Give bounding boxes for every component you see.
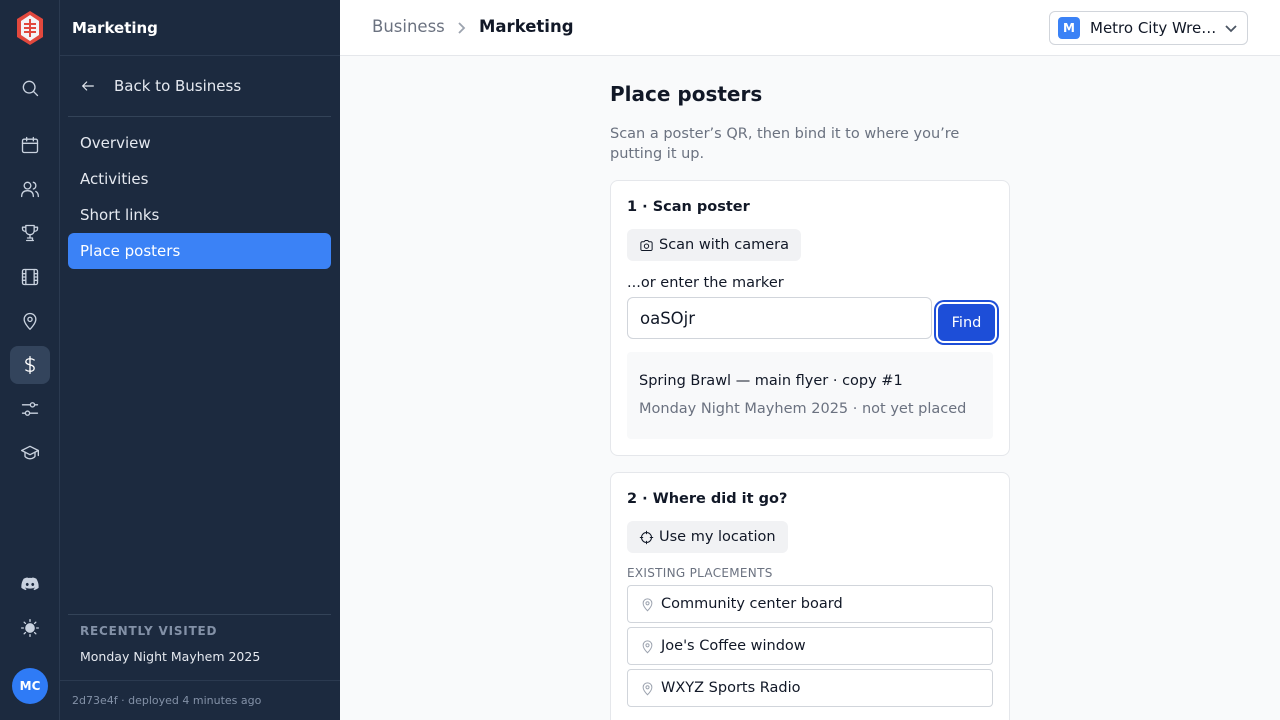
poster-result-status: Monday Night Mayhem 2025 · not yet place… bbox=[639, 401, 967, 417]
map-pin-icon bbox=[642, 597, 653, 611]
nav-item-place-posters[interactable]: Place posters bbox=[68, 233, 331, 269]
chevron-down-icon bbox=[1225, 25, 1237, 33]
trophy-icon[interactable] bbox=[10, 214, 50, 252]
use-my-location-label: Use my location bbox=[659, 529, 776, 545]
breadcrumb-business[interactable]: Business bbox=[372, 17, 445, 36]
divider bbox=[68, 116, 331, 117]
back-label: Back to Business bbox=[114, 77, 242, 95]
scan-with-camera-label: Scan with camera bbox=[659, 237, 789, 253]
section-title: Marketing bbox=[60, 0, 340, 56]
org-badge: M bbox=[1058, 17, 1080, 39]
map-pin-icon bbox=[642, 681, 653, 695]
existing-placements-heading: EXISTING PLACEMENTS bbox=[627, 566, 773, 580]
placement-item[interactable]: Community center board bbox=[627, 585, 993, 623]
top-bar: Business Marketing M Metro City Wrestlin… bbox=[340, 0, 1280, 56]
placement-item[interactable]: Joe's Coffee window bbox=[627, 627, 993, 665]
page-subtitle: Scan a poster’s QR, then bind it to wher… bbox=[610, 126, 960, 162]
calendar-icon[interactable] bbox=[10, 126, 50, 164]
page-title: Place posters bbox=[610, 82, 763, 106]
icon-rail: MC bbox=[0, 0, 60, 720]
film-icon[interactable] bbox=[10, 258, 50, 296]
graduation-cap-icon[interactable] bbox=[10, 434, 50, 472]
step-1-title: 1 · Scan poster bbox=[627, 199, 750, 215]
back-to-business-link[interactable]: Back to Business bbox=[68, 68, 330, 104]
placement-label: Joe's Coffee window bbox=[661, 638, 806, 654]
breadcrumb-marketing: Marketing bbox=[479, 17, 574, 36]
search-icon[interactable] bbox=[10, 69, 50, 107]
placement-label: Community center board bbox=[661, 596, 843, 612]
section-nav: Marketing Back to Business Overview Acti… bbox=[60, 0, 340, 720]
scan-poster-card: 1 · Scan poster Scan with camera ...or e… bbox=[610, 180, 1010, 456]
dollar-icon[interactable] bbox=[10, 346, 50, 384]
nav-item-overview[interactable]: Overview bbox=[68, 125, 331, 161]
recent-item[interactable]: Monday Night Mayhem 2025 bbox=[80, 649, 260, 664]
poster-result: Spring Brawl — main flyer · copy #1 Mond… bbox=[627, 352, 993, 439]
placement-card: 2 · Where did it go? Use my location EXI… bbox=[610, 472, 1010, 720]
find-button[interactable]: Find bbox=[938, 304, 995, 341]
org-switcher[interactable]: M Metro City Wrestling bbox=[1049, 11, 1248, 45]
recently-visited-heading: RECENTLY VISITED bbox=[80, 624, 218, 638]
nav-item-activities[interactable]: Activities bbox=[68, 161, 331, 197]
nav-item-short-links[interactable]: Short links bbox=[68, 197, 331, 233]
org-name: Metro City Wrestling bbox=[1090, 19, 1218, 37]
map-pin-icon[interactable] bbox=[10, 302, 50, 340]
sliders-icon[interactable] bbox=[10, 390, 50, 428]
divider bbox=[68, 614, 331, 615]
placement-label: WXYZ Sports Radio bbox=[661, 680, 801, 696]
chevron-right-icon bbox=[454, 20, 468, 34]
step-2-title: 2 · Where did it go? bbox=[627, 491, 788, 507]
use-my-location-button[interactable]: Use my location bbox=[627, 521, 788, 553]
arrow-left-icon bbox=[82, 81, 94, 91]
map-pin-icon bbox=[642, 639, 653, 653]
placement-item[interactable]: WXYZ Sports Radio bbox=[627, 669, 993, 707]
crosshair-icon bbox=[639, 530, 654, 544]
deploy-info: 2d73e4f · deployed 4 minutes ago bbox=[60, 680, 340, 720]
avatar[interactable]: MC bbox=[12, 668, 48, 704]
users-icon[interactable] bbox=[10, 170, 50, 208]
camera-icon bbox=[640, 239, 653, 251]
marker-label: ...or enter the marker bbox=[627, 275, 784, 291]
logo-icon[interactable] bbox=[16, 10, 44, 46]
marker-input[interactable] bbox=[627, 297, 932, 339]
scan-with-camera-button[interactable]: Scan with camera bbox=[627, 229, 801, 261]
discord-icon[interactable] bbox=[10, 565, 50, 603]
sun-icon[interactable] bbox=[10, 609, 50, 647]
poster-result-title: Spring Brawl — main flyer · copy #1 bbox=[639, 373, 903, 389]
